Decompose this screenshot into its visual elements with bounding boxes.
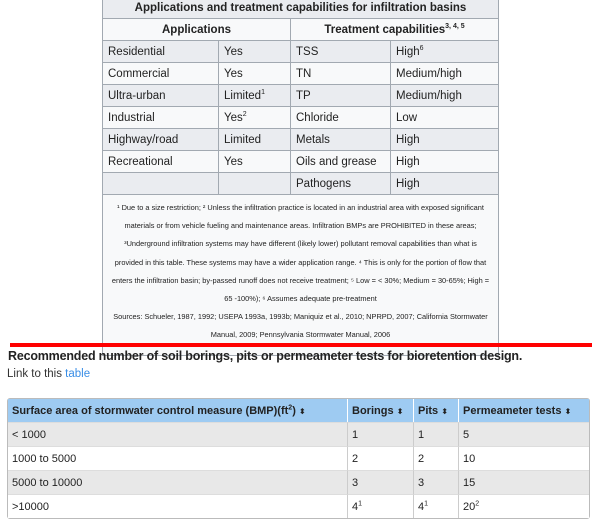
table-cell [218, 172, 291, 195]
link-to-table: Link to this table [7, 368, 91, 380]
table-cell: Oils and grease [290, 150, 391, 173]
table-cell: Yes [218, 62, 291, 85]
table-cell: 2 [414, 446, 459, 470]
section-heading: Recommended number of soil borings, pits… [8, 349, 523, 363]
table-row: Recreational Yes Oils and grease High [102, 150, 499, 173]
table-row: < 1000 1 1 5 [8, 422, 589, 446]
column-header-borings[interactable]: Borings ⬍ [348, 399, 414, 422]
table-cell: 3 [414, 470, 459, 494]
table-cell: 15 [459, 470, 589, 494]
table-cell: 41 [414, 494, 459, 518]
table-cell: Yes2 [218, 106, 291, 129]
table-cell: 1 [348, 422, 414, 446]
sort-icon[interactable]: ⬍ [564, 407, 571, 416]
table-cell: Residential [102, 40, 219, 63]
applications-header: Applications [102, 18, 291, 41]
red-divider [10, 343, 592, 347]
table-row: 1000 to 5000 2 2 10 [8, 446, 589, 470]
table-cell: Industrial [102, 106, 219, 129]
table-link[interactable]: table [65, 368, 90, 380]
table-cell: High6 [390, 40, 499, 63]
table-cell: Medium/high [390, 84, 499, 107]
table-cell: 2 [348, 446, 414, 470]
table-row: Ultra-urban Limited1 TP Medium/high [102, 84, 499, 107]
table-cell: High [390, 150, 499, 173]
infiltration-basins-table: Applications and treatment capabilities … [102, 0, 499, 356]
table-cell [102, 172, 219, 195]
column-header-permeameter-tests[interactable]: Permeameter tests ⬍ [459, 399, 589, 422]
table-cell: Commercial [102, 62, 219, 85]
table-cell: 41 [348, 494, 414, 518]
table-cell: Yes [218, 40, 291, 63]
table-cell: 10 [459, 446, 589, 470]
table-caption: Applications and treatment capabilities … [102, 0, 499, 19]
table-cell: 202 [459, 494, 589, 518]
table-cell: TN [290, 62, 391, 85]
table-cell: 5 [459, 422, 589, 446]
sort-icon[interactable]: ⬍ [299, 407, 306, 416]
table-cell: 1 [414, 422, 459, 446]
table-cell: 3 [348, 470, 414, 494]
table-row: Highway/road Limited Metals High [102, 128, 499, 151]
soil-borings-table: Surface area of stormwater control measu… [7, 398, 590, 519]
table-cell: >10000 [8, 494, 348, 518]
sort-icon[interactable]: ⬍ [397, 407, 404, 416]
table-row: Residential Yes TSS High6 [102, 40, 499, 63]
table-cell: TP [290, 84, 391, 107]
table-cell: Metals [290, 128, 391, 151]
table-row: Industrial Yes2 Chloride Low [102, 106, 499, 129]
table-cell: Medium/high [390, 62, 499, 85]
treatment-header: Treatment capabilities3, 4, 5 [290, 18, 499, 41]
table-cell: Recreational [102, 150, 219, 173]
table-cell: High [390, 128, 499, 151]
table-cell: Yes [218, 150, 291, 173]
sort-icon[interactable]: ⬍ [441, 407, 448, 416]
table-cell: Ultra-urban [102, 84, 219, 107]
table-cell: High [390, 172, 499, 195]
table-cell: Limited1 [218, 84, 291, 107]
table-cell: Pathogens [290, 172, 391, 195]
table-cell: Chloride [290, 106, 391, 129]
table-row: Commercial Yes TN Medium/high [102, 62, 499, 85]
table-row: >10000 41 41 202 [8, 494, 589, 518]
table-cell: 1000 to 5000 [8, 446, 348, 470]
table-cell: < 1000 [8, 422, 348, 446]
table-row: 5000 to 10000 3 3 15 [8, 470, 589, 494]
table-row: Pathogens High [102, 172, 499, 195]
table-cell: TSS [290, 40, 391, 63]
table-notes: ¹ Due to a size restriction; ² Unless th… [102, 194, 499, 356]
table-cell: Highway/road [102, 128, 219, 151]
column-header-surface-area[interactable]: Surface area of stormwater control measu… [8, 399, 348, 422]
table-cell: Low [390, 106, 499, 129]
table-cell: 5000 to 10000 [8, 470, 348, 494]
table-cell: Limited [218, 128, 291, 151]
column-header-pits[interactable]: Pits ⬍ [414, 399, 459, 422]
